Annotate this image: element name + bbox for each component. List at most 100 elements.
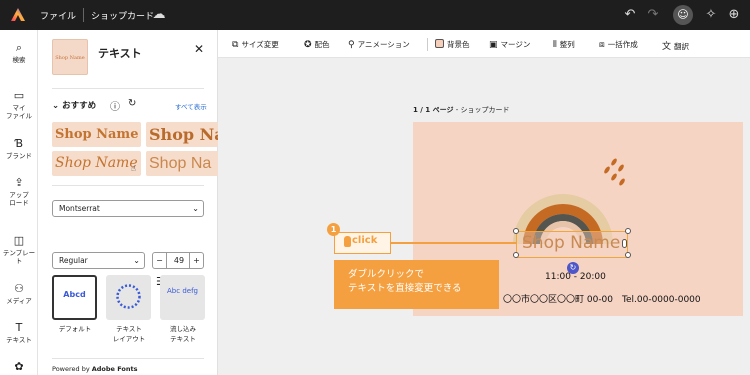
powered-prefix: Powered by	[52, 365, 92, 373]
palette-icon: ✪	[304, 40, 312, 50]
cloud-icon: ☁	[152, 7, 166, 22]
rail-item-elements[interactable]: ✿	[0, 361, 38, 375]
lightbulb-icon[interactable]: ✧	[703, 7, 719, 23]
align-button[interactable]: ⫴ 整列	[553, 39, 575, 50]
resize-handle[interactable]	[513, 228, 519, 234]
upload-icon: ⇪	[14, 176, 24, 189]
elements-icon: ✿	[14, 360, 24, 373]
chevron-down-icon: ⌄	[133, 256, 140, 265]
topbar-divider	[83, 8, 84, 22]
cursor-hand-icon: ☝	[131, 164, 136, 173]
rail-item-upload[interactable]: ⇪ アップ ロード	[0, 176, 38, 208]
font-sample-card[interactable]: Shop Name	[52, 151, 141, 176]
rail-item-text[interactable]: T テキスト	[0, 321, 38, 345]
text-icon: T	[15, 321, 23, 334]
align-label: 整列	[559, 40, 575, 49]
powered-by-text: Powered by Adobe Fonts	[52, 365, 137, 373]
margin-button[interactable]: ▣ マージン	[489, 39, 530, 50]
side-resize-handle[interactable]	[622, 239, 627, 248]
page-label: 1 / 1 ページ - ショップカード	[413, 105, 509, 115]
address-text[interactable]: 〇〇市〇〇区〇〇町 00-00 Tel.00-0000-0000	[503, 292, 701, 305]
bulk-create-label: 一括作成	[607, 40, 638, 49]
apps-icon[interactable]: ⊕	[726, 7, 742, 23]
resize-handle[interactable]	[625, 252, 631, 258]
business-hours-text[interactable]: 11:00 - 20:00	[545, 272, 606, 282]
chevron-down-icon: ⌄	[192, 204, 199, 213]
resize-handle[interactable]	[513, 252, 519, 258]
show-all-link[interactable]: すべて表示	[175, 101, 207, 111]
font-size-input[interactable]: 49	[168, 253, 190, 268]
layout-label: デフォルト	[58, 325, 92, 333]
close-icon[interactable]: ✕	[194, 42, 204, 56]
panel-title: テキスト	[98, 47, 142, 60]
toolbar-divider	[427, 38, 428, 51]
resize-label: サイズ変更	[241, 40, 279, 49]
template-icon: ◫	[13, 234, 25, 247]
page-number: 1 / 1 ページ	[413, 106, 454, 114]
layout-text-layout-card[interactable]	[106, 275, 151, 320]
font-weight-value: Regular	[59, 256, 88, 265]
rail-item-my-files[interactable]: ▭ マイ ファイル	[0, 90, 38, 121]
font-sample-card[interactable]: Shop Na	[146, 151, 218, 176]
font-sample-card[interactable]: Shop Name	[52, 122, 141, 147]
rail-item-templates[interactable]: ◫ テンプレート	[0, 234, 38, 266]
adobe-fonts-link[interactable]: Adobe Fonts	[92, 365, 138, 373]
decrease-size-button[interactable]: −	[153, 253, 167, 268]
font-sample-card[interactable]: Shop Na	[146, 122, 218, 147]
align-icon: ⫴	[553, 40, 557, 50]
callout-line: テキストを直接変更できる	[348, 283, 462, 294]
circular-text-icon	[116, 284, 141, 309]
margin-label: マージン	[500, 40, 531, 49]
click-label: click	[352, 235, 378, 246]
rail-item-label: テキスト	[6, 336, 32, 344]
layout-preview: Abc defg	[167, 287, 198, 295]
undo-icon[interactable]: ↶	[622, 7, 638, 23]
brand-icon: Ɓ	[14, 137, 24, 150]
translate-button[interactable]: 文翻訳	[662, 39, 689, 52]
resize-handle[interactable]	[625, 228, 631, 234]
font-family-value: Montserrat	[59, 204, 100, 213]
layout-label: テキスト レイアウト	[112, 325, 146, 343]
info-icon[interactable]: ⓘ	[110, 98, 120, 113]
page-name: - ショップカード	[453, 106, 510, 114]
animation-icon: ⚲	[348, 40, 355, 50]
rail-item-media[interactable]: ⚇ メディア	[0, 282, 38, 306]
layout-preview: Abcd	[63, 290, 86, 299]
context-toolbar: ⧉ サイズ変更 ✪ 配色 ⚲ アニメーション 背景色 ▣ マージン ⫴ 整列 ⧈ 一括作成 …	[218, 30, 750, 58]
layout-flow-text-card[interactable]: Abc defg	[160, 275, 205, 320]
font-weight-select[interactable]: Regular ⌄	[52, 252, 145, 269]
file-menu[interactable]: ファイル	[40, 9, 76, 22]
shop-name-text[interactable]: Shop Name	[522, 233, 620, 253]
share-user-icon[interactable]: ☺	[673, 5, 693, 25]
rail-item-label: メディア	[6, 297, 32, 305]
rail-item-label: アップ ロード	[9, 191, 29, 207]
bulk-create-button[interactable]: ⧈ 一括作成	[599, 39, 638, 50]
rail-item-search[interactable]: ⌕ 検索	[0, 41, 38, 65]
rail-item-label: ブランド	[6, 152, 32, 160]
panel-thumbnail: Shop Name	[52, 39, 88, 75]
background-color-button[interactable]: 背景色	[435, 39, 470, 50]
document-title[interactable]: ショップカード	[91, 9, 154, 22]
redo-icon[interactable]: ↷	[645, 7, 661, 23]
top-bar: ファイル ショップカード ☁ ↶ ↷ ☺ ✧ ⊕	[0, 0, 750, 30]
refresh-icon[interactable]: ↻	[128, 98, 136, 109]
rail-item-label: マイ ファイル	[6, 104, 32, 120]
increase-size-button[interactable]: +	[189, 253, 203, 268]
color-scheme-label: 配色	[314, 40, 330, 49]
callout-arrow	[391, 242, 517, 244]
recommended-heading[interactable]: ⌄ おすすめ	[52, 99, 96, 111]
animation-button[interactable]: ⚲ アニメーション	[348, 39, 410, 50]
media-icon: ⚇	[14, 282, 24, 295]
font-family-select[interactable]: Montserrat ⌄	[52, 200, 204, 217]
background-swatch-icon	[435, 39, 444, 48]
panel-divider	[52, 185, 204, 186]
panel-divider	[52, 358, 204, 359]
text-panel: Shop Name テキスト ✕ ⌄ おすすめ ⓘ ↻ すべて表示 Shop N…	[38, 30, 218, 375]
rail-item-brand[interactable]: Ɓ ブランド	[0, 137, 38, 161]
layout-default-card[interactable]: Abcd	[52, 275, 97, 320]
color-scheme-button[interactable]: ✪ 配色	[304, 39, 330, 50]
callout-line: ダブルクリックで	[348, 269, 425, 280]
resize-button[interactable]: ⧉ サイズ変更	[232, 39, 279, 50]
search-icon: ⌕	[15, 41, 23, 54]
adobe-express-logo-icon[interactable]	[10, 7, 26, 23]
